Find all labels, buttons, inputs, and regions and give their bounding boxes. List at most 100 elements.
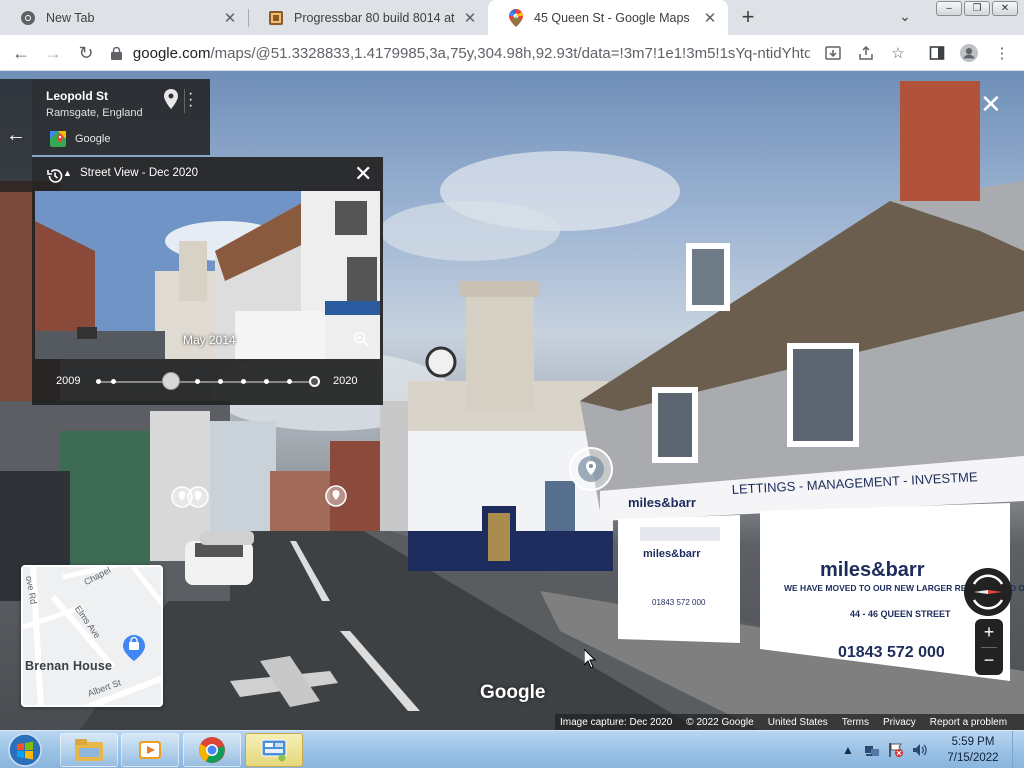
zoom-in-icon[interactable] [353,331,369,347]
tab-new-tab[interactable]: New Tab ✕ [0,0,248,35]
thumbnail-date-label: May 2014 [183,333,236,347]
shop-brand-text: miles&barr [628,495,696,510]
system-clock[interactable]: 5:59 PM 7/15/2022 [938,734,1008,766]
timeline-dot[interactable] [264,379,269,384]
tab-title: Progressbar 80 build 8014 at Pro [294,10,456,25]
privacy-link[interactable]: Privacy [883,717,916,728]
attribution-bar: Image capture: Dec 2020 © 2022 Google Un… [555,714,1024,730]
historical-thumbnail[interactable]: May 2014 [35,191,380,359]
forward-arrow-icon[interactable]: → [42,42,64,64]
tab-title: 45 Queen St - Google Maps [534,10,690,25]
share-icon[interactable] [857,44,875,62]
banner-address-text: 44 - 46 QUEEN STREET [850,609,951,619]
time-travel-panel: ▲ Street View - Dec 2020 ✕ May 2014 2009… [32,157,383,405]
progressbar-favicon [268,10,284,26]
network-icon[interactable] [864,742,880,758]
timeline-slider-handle[interactable] [162,372,180,390]
compass-icon[interactable] [964,568,1012,616]
chrome-icon [199,737,225,763]
start-button[interactable] [6,733,44,767]
control-panel-icon [261,739,287,762]
close-tab-icon[interactable]: ✕ [702,10,718,27]
zoom-control: + − [975,619,1003,675]
show-hidden-icons-icon[interactable]: ▲ [840,742,856,758]
clock-time: 5:59 PM [951,736,995,748]
close-street-view-icon[interactable]: ✕ [980,91,1002,117]
timeline-dot[interactable] [111,379,116,384]
current-imagery-date: Street View - Dec 2020 [80,167,199,179]
timeline-dot[interactable] [195,379,200,384]
terms-link[interactable]: Terms [842,717,869,728]
timeline-track[interactable] [98,381,316,383]
nav-marker-icon[interactable] [324,484,348,508]
copyright-text: © 2022 Google [686,716,754,728]
location-pin-icon[interactable] [164,89,178,109]
url-path: /maps/@51.3328833,1.4179985,3a,75y,304.9… [210,44,810,62]
timeline-dot[interactable] [96,379,101,384]
more-options-icon[interactable]: · · · [188,86,196,114]
tab-google-maps[interactable]: 45 Queen St - Google Maps ✕ [488,0,728,35]
new-tab-button[interactable]: + [736,5,760,29]
minimize-button[interactable]: ‒ [936,1,962,16]
timeline-dot[interactable] [287,379,292,384]
minimap-place-label: Brenan House [25,659,113,673]
google-maps-favicon [508,8,524,27]
divider [184,89,185,113]
banner-phone-text: 01843 572 000 [838,644,945,661]
collapse-caret-icon[interactable]: ▲ [63,168,72,178]
timeline-start-year: 2009 [56,375,81,387]
timeline-dot[interactable] [218,379,223,384]
maximize-button[interactable]: ❐ [964,1,990,16]
timeline-dot[interactable] [241,379,246,384]
poster-phone-text: 01843 572 000 [652,598,706,607]
street-view-panorama[interactable]: miles&barr LETTINGS - MANAGEMENT - INVES… [0,71,1024,730]
shopping-bag-pin-icon [123,635,145,661]
mouse-cursor-icon [584,649,596,669]
timeline-current-marker[interactable] [309,376,320,387]
action-center-flag-icon[interactable] [888,742,904,758]
taskbar-media-player[interactable] [121,733,179,767]
zoom-in-button[interactable]: + [975,619,1003,647]
clock-date: 7/15/2022 [947,752,999,764]
report-problem-link[interactable]: Report a problem [930,717,1007,728]
install-app-icon[interactable] [824,44,842,62]
close-window-button[interactable]: ✕ [992,1,1018,16]
place-name: Leopold St [46,89,108,103]
side-panel-icon[interactable] [928,44,946,62]
close-tab-icon[interactable]: ✕ [462,10,478,27]
bookmark-star-icon[interactable]: ☆ [889,44,907,62]
place-location: Ramsgate, England [46,107,143,119]
tab-progressbar[interactable]: Progressbar 80 build 8014 at Pro ✕ [248,0,488,35]
close-tab-icon[interactable]: ✕ [222,10,238,27]
zoom-out-button[interactable]: − [975,647,1003,675]
taskbar-file-explorer[interactable] [60,733,118,767]
taskbar-chrome[interactable] [183,733,241,767]
windows-logo-icon [8,733,42,767]
country-link[interactable]: United States [768,717,828,728]
windows-taskbar: ▲ 5:59 PM 7/15/2022 [0,730,1024,768]
minimap[interactable]: Chapel Elms Ave Albert St ove Rd Brenan … [21,565,163,707]
folder-icon [75,739,103,761]
google-maps-logo-icon [50,131,66,147]
url-host: google.com [132,44,211,62]
profile-avatar-icon[interactable] [960,44,978,62]
nav-marker-icon[interactable] [186,485,210,509]
taskbar-control-panel[interactable] [245,733,303,767]
system-tray: ▲ 5:59 PM 7/15/2022 [836,731,1024,768]
reload-icon[interactable]: ↻ [75,42,97,64]
browser-toolbar: ← → ↻ google.com/maps/@51.3328833,1.4179… [0,35,1024,71]
chrome-menu-icon[interactable]: ⋮ [993,44,1011,62]
back-to-map-button[interactable]: ← [0,79,32,192]
address-bar[interactable]: google.com/maps/@51.3328833,1.4179985,3a… [110,38,810,68]
lock-icon[interactable] [110,46,123,60]
history-clock-icon[interactable] [46,167,64,185]
close-time-panel-icon[interactable]: ✕ [354,163,372,185]
volume-icon[interactable] [912,742,928,758]
nav-marker-icon[interactable] [567,445,615,493]
timeline-end-year: 2020 [333,375,358,387]
tab-search-chevron-icon[interactable]: ⌄ [896,8,914,26]
banner-brand-text: miles&barr [820,559,925,581]
show-desktop-button[interactable] [1012,731,1024,768]
imagery-provider: Google [75,133,111,145]
back-arrow-icon[interactable]: ← [10,42,32,64]
